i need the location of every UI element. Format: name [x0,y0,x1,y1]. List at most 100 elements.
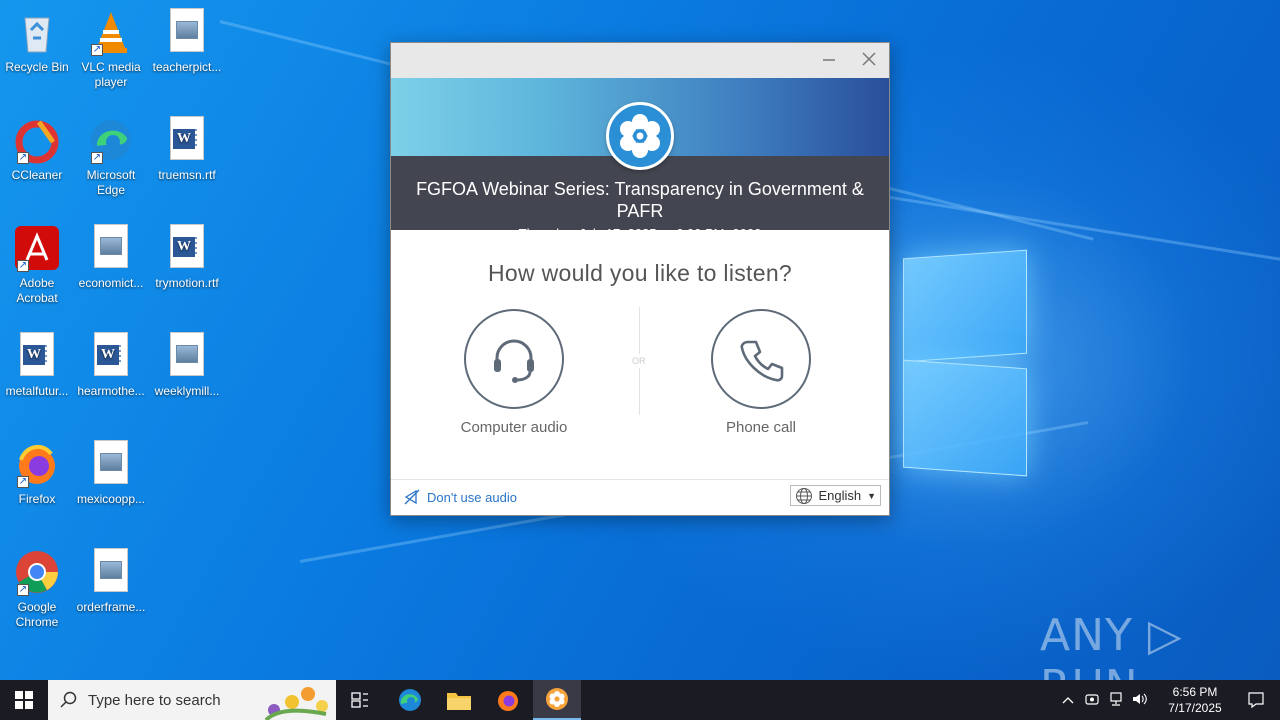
word-document-icon: W [170,224,204,268]
system-tray: 6:56 PM 7/17/2025 [1056,680,1280,720]
firefox-icon: ↗ [13,440,61,488]
meeting-time: 6:00 PM -0000 [676,226,762,241]
network-icon[interactable] [1104,691,1128,709]
desktop-icon-edge[interactable]: ↗ Microsoft Edge [74,116,148,198]
shortcut-arrow-icon: ↗ [91,44,103,56]
chrome-icon: ↗ [13,548,61,596]
vlc-cone-icon: ↗ [87,8,135,56]
notification-icon [1248,692,1264,709]
taskbar-file-explorer[interactable] [435,680,483,720]
desktop-icon-label: Adobe Acrobat [16,276,58,305]
shortcut-arrow-icon: ↗ [17,476,29,488]
start-button[interactable] [0,680,48,720]
dialog-footer: Don't use audio English ▼ [391,479,889,515]
computer-audio-option[interactable]: Computer audio [424,309,604,436]
shortcut-arrow-icon: ↗ [17,584,29,596]
anyrun-watermark: ANY ▷ RUN [1040,610,1183,680]
windows-start-icon [15,691,33,709]
audio-options: Computer audio OR Phone call [391,287,889,457]
taskbar-edge[interactable] [386,680,434,720]
desktop-icon-label: weeklymill... [154,384,220,398]
desktop-icon-label: VLC media player [81,60,141,89]
dialog-titlebar[interactable] [391,43,889,78]
desktop-icon-label: Microsoft Edge [86,168,136,197]
meeting-datetime: Thursday, July 17, 2025 6:00 PM -0000 [391,226,889,241]
desktop-icon-label: Recycle Bin [5,60,69,74]
image-file-icon [94,548,128,592]
desktop-icon-label: orderframe... [76,600,146,614]
desktop-icon-truemsn[interactable]: W truemsn.rtf [150,116,224,183]
dialog-banner [391,78,889,170]
or-label: OR [632,354,646,368]
desktop-icon-trymotion[interactable]: W trymotion.rtf [150,224,224,291]
desktop-icon-vlc[interactable]: ↗ VLC media player [74,8,148,90]
taskbar: Type here to search 6:56 PM 7/17/2025 [0,680,1280,720]
image-file-icon [94,224,128,268]
word-document-icon: W [94,332,128,376]
desktop-icon-chrome[interactable]: ↗ Google Chrome [0,548,74,630]
edge-icon [399,689,421,711]
word-document-icon: W [20,332,54,376]
computer-audio-label: Computer audio [460,419,568,436]
desktop-icon-firefox[interactable]: ↗ Firefox [0,440,74,507]
language-select[interactable]: English ▼ [790,485,881,506]
meet-now-icon[interactable] [1080,692,1104,709]
word-document-icon: W [170,116,204,160]
desktop-icon-label: economict... [78,276,144,290]
clock-time: 6:56 PM [1172,685,1218,699]
desktop-icon-ccleaner[interactable]: ↗ CCleaner [0,116,74,183]
edge-icon: ↗ [87,116,135,164]
phone-call-label: Phone call [725,419,797,436]
desktop-icon-label: hearmothe... [77,384,145,398]
phone-call-option[interactable]: Phone call [671,309,851,436]
desktop-icon-label: teacherpict... [152,60,222,74]
minimize-button[interactable] [809,43,849,78]
taskbar-search-box[interactable]: Type here to search [48,680,336,720]
close-icon [862,52,876,66]
dont-use-audio-label: Don't use audio [427,489,517,505]
desktop-icon-acrobat[interactable]: ↗ Adobe Acrobat [0,224,74,306]
desktop-icon-hearmothe[interactable]: W hearmothe... [74,332,148,399]
shortcut-arrow-icon: ↗ [91,152,103,164]
desktop-icon-recycle-bin[interactable]: Recycle Bin [0,8,74,75]
show-hidden-icons-chevron-up-icon[interactable] [1056,693,1080,707]
search-placeholder: Type here to search [88,691,221,709]
shortcut-arrow-icon: ↗ [17,152,29,164]
desktop-icon-label: mexicoopp... [76,492,146,506]
image-file-icon [170,332,204,376]
desktop-icon-label: Google Chrome [15,600,59,629]
volume-icon[interactable] [1128,692,1152,709]
no-audio-icon [404,489,420,505]
taskbar-webex[interactable] [533,680,581,720]
audio-connection-dialog: FGFOA Webinar Series: Transparency in Go… [390,42,890,516]
minimize-icon [823,59,835,61]
desktop-icon-orderframe[interactable]: orderframe... [74,548,148,615]
close-button[interactable] [849,43,889,78]
task-view-button[interactable] [336,680,384,720]
meeting-title: FGFOA Webinar Series: Transparency in Go… [416,179,864,221]
taskbar-firefox[interactable] [484,680,532,720]
desktop-icon-mexicoopp[interactable]: mexicoopp... [74,440,148,507]
search-icon [60,691,77,708]
desktop-icon-teacherpict[interactable]: teacherpict... [150,8,224,75]
image-file-icon [170,8,204,52]
desktop-icon-weeklymill[interactable]: weeklymill... [150,332,224,399]
acrobat-icon: ↗ [13,224,61,272]
dropdown-caret-icon: ▼ [867,490,876,501]
webex-logo-icon [606,102,674,170]
notification-center-button[interactable] [1232,680,1280,720]
shortcut-arrow-icon: ↗ [17,260,29,272]
desktop-icon-economict[interactable]: economict... [74,224,148,291]
recycle-bin-icon [13,8,61,56]
language-value: English [818,488,862,503]
image-file-icon [94,440,128,484]
task-view-icon [351,692,368,708]
dont-use-audio-link[interactable]: Don't use audio [403,488,517,506]
firefox-icon [498,691,518,711]
windows-logo [895,240,1035,480]
search-highlight-flowers-icon [264,687,328,720]
taskbar-clock[interactable]: 6:56 PM 7/17/2025 [1158,684,1232,716]
desktop-icon-metalfutur[interactable]: W metalfutur... [0,332,74,399]
listen-question: How would you like to listen? [487,260,793,286]
folder-icon [447,693,471,710]
